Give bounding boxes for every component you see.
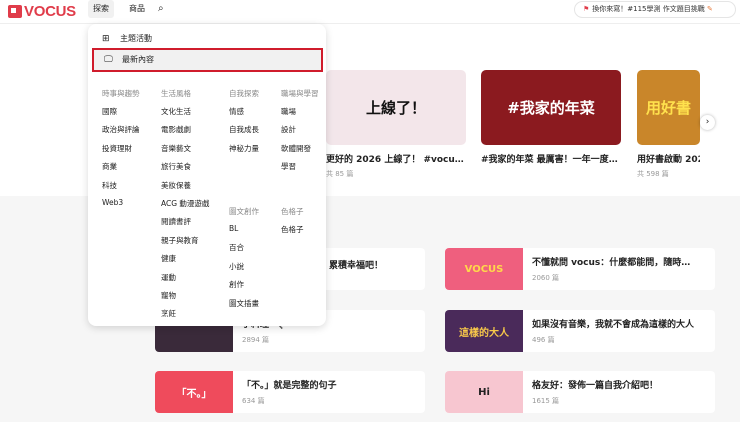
category-link[interactable]: 商業 bbox=[102, 161, 140, 179]
category-heading: 時事與趨勢 bbox=[102, 89, 140, 98]
category-link[interactable]: 自我成長 bbox=[229, 124, 259, 142]
card-title: 格友好：發佈一篇自我介紹吧！ bbox=[532, 381, 659, 391]
category-link[interactable]: 電影戲劇 bbox=[161, 124, 209, 142]
card-image: Hi bbox=[445, 371, 523, 413]
category-heading: 色格子 bbox=[281, 207, 304, 216]
category-link[interactable]: 科技 bbox=[102, 180, 140, 198]
card-image: 「不。」 bbox=[155, 371, 233, 413]
card-image: VOCUS bbox=[445, 248, 523, 290]
category-link[interactable]: 神秘力量 bbox=[229, 143, 259, 161]
category-column: 時事與趨勢國際 政治與評論 投資理財 商業 科技 Web3 bbox=[102, 88, 140, 216]
category-heading: 圖文創作 bbox=[229, 207, 259, 216]
carousel-card[interactable]: #我家的年菜 #我家的年菜 最厲害！一年一度的年菜分享 bbox=[481, 70, 621, 169]
card-title: 累積幸福吧！ bbox=[329, 261, 384, 271]
category-link[interactable]: 旅行美食 bbox=[161, 161, 209, 179]
category-link[interactable]: 健康 bbox=[161, 253, 209, 271]
category-link[interactable]: 投資理財 bbox=[102, 143, 140, 161]
category-link[interactable]: 親子與教育 bbox=[161, 235, 209, 253]
category-heading: 自我探索 bbox=[229, 89, 259, 98]
carousel-card[interactable]: 用好書 用好書啟動 2026 共 598 篇 bbox=[637, 70, 700, 179]
card-image: 這樣的大人 bbox=[445, 310, 523, 352]
card-count: 共 598 篇 bbox=[637, 170, 669, 178]
category-link[interactable]: 學習 bbox=[281, 161, 319, 179]
card-count: 496 篇 bbox=[532, 336, 555, 344]
category-link[interactable]: 情感 bbox=[229, 106, 259, 124]
category-heading: 生活風格 bbox=[161, 89, 191, 98]
category-link[interactable]: 設計 bbox=[281, 124, 319, 142]
category-link[interactable]: 軟體開發 bbox=[281, 143, 319, 161]
logo-mark-icon bbox=[8, 5, 22, 18]
list-card[interactable]: 「不。」 「不。」就是完整的句子 634 篇 bbox=[155, 371, 425, 413]
card-count: 共 85 篇 bbox=[326, 170, 354, 178]
carousel-next-button[interactable]: › bbox=[700, 115, 715, 130]
nav-explore[interactable]: 探索 bbox=[88, 0, 114, 18]
card-count: 634 篇 bbox=[242, 397, 265, 405]
list-card[interactable]: VOCUS 不懂就問 vocus：什麼都能問，隨時… 2060 篇 bbox=[445, 248, 715, 290]
card-title: #我家的年菜 最厲害！一年一度的年菜分享 bbox=[481, 155, 621, 165]
category-link[interactable]: ACG 動漫遊戲 bbox=[161, 198, 209, 216]
category-link[interactable]: 音樂藝文 bbox=[161, 143, 209, 161]
category-column: 自我探索情感 自我成長 神秘力量 bbox=[229, 88, 259, 161]
category-link[interactable]: 閱讀書評 bbox=[161, 216, 209, 234]
nav-products[interactable]: 商品 bbox=[124, 0, 150, 18]
card-title: 如果沒有音樂，我就不會成為這樣的大人 bbox=[532, 320, 695, 330]
pencil-icon: ✎ bbox=[706, 5, 713, 13]
card-title: 「不。」就是完整的句子 bbox=[242, 381, 337, 391]
category-link[interactable]: 運動 bbox=[161, 272, 209, 290]
flag-icon: ⚑ bbox=[583, 5, 590, 13]
vocus-logo[interactable]: VOCUS bbox=[8, 3, 76, 20]
card-image: 上線了！ bbox=[326, 70, 466, 145]
category-link[interactable]: 美妝保養 bbox=[161, 180, 209, 198]
category-link[interactable]: 小說 bbox=[229, 261, 259, 279]
category-link[interactable]: Web3 bbox=[102, 198, 140, 216]
card-title: 不懂就問 vocus：什麼都能問，隨時… bbox=[532, 258, 691, 268]
category-link[interactable]: 創作 bbox=[229, 279, 259, 297]
category-link[interactable]: 政治與評論 bbox=[102, 124, 140, 142]
category-column: 生活風格文化生活 電影戲劇 音樂藝文 旅行美食 美妝保養 ACG 動漫遊戲 閱讀書評 親子與教… bbox=[161, 88, 209, 327]
category-link[interactable]: 寵物 bbox=[161, 290, 209, 308]
card-title: 更好的 2026 上線了！ #vocus2026 bbox=[326, 155, 466, 165]
category-column: 圖文創作 BL 百合 小說 創作 圖文插畫 bbox=[229, 206, 259, 316]
explore-dropdown-menu: ⊞ 主題活動 🖵 最新內容 時事與趨勢國際 政治與評論 投資理財 商業 科技 Web3 生活風格… bbox=[88, 24, 326, 326]
search-icon[interactable]: ⌕ bbox=[158, 3, 164, 14]
top-header: VOCUS 探索 商品 ⌕ ⚑ 換你來寫！#115學測 作文題目挑戰 ✎ bbox=[0, 0, 740, 24]
category-link[interactable]: 烹飪 bbox=[161, 308, 209, 326]
list-card[interactable]: Hi 格友好：發佈一篇自我介紹吧！ 1615 篇 bbox=[445, 371, 715, 413]
category-column: 色格子 色格子 bbox=[281, 206, 304, 242]
category-heading: 職場與學習 bbox=[281, 89, 319, 98]
category-link[interactable]: 文化生活 bbox=[161, 106, 209, 124]
menu-item-label: 主題活動 bbox=[120, 34, 152, 43]
challenge-text: 換你來寫！#115學測 作文題目挑戰 bbox=[592, 5, 705, 13]
grid-icon: ⊞ bbox=[102, 34, 110, 44]
category-link[interactable]: 色格子 bbox=[281, 224, 304, 242]
category-link[interactable]: 百合 bbox=[229, 242, 259, 260]
carousel-card[interactable]: 上線了！ 更好的 2026 上線了！ #vocus2026 共 85 篇 bbox=[326, 70, 466, 179]
category-link[interactable]: BL bbox=[229, 224, 259, 242]
logo-text: VOCUS bbox=[24, 3, 76, 20]
card-count: 2894 篇 bbox=[242, 336, 270, 344]
menu-item-latest-content[interactable]: 🖵 最新內容 bbox=[92, 48, 323, 72]
monitor-icon: 🖵 bbox=[104, 55, 113, 65]
category-link[interactable]: 國際 bbox=[102, 106, 140, 124]
category-link[interactable]: 圖文插畫 bbox=[229, 298, 259, 316]
card-count: 1615 篇 bbox=[532, 397, 560, 405]
card-image: 用好書 bbox=[637, 70, 700, 145]
card-image: #我家的年菜 bbox=[481, 70, 621, 145]
menu-item-theme-events[interactable]: ⊞ 主題活動 bbox=[92, 28, 323, 50]
category-link[interactable]: 職場 bbox=[281, 106, 319, 124]
list-card[interactable]: 這樣的大人 如果沒有音樂，我就不會成為這樣的大人 496 篇 bbox=[445, 310, 715, 352]
card-title: 用好書啟動 2026 bbox=[637, 155, 700, 165]
category-column: 職場與學習職場 設計 軟體開發 學習 bbox=[281, 88, 319, 180]
challenge-banner-button[interactable]: ⚑ 換你來寫！#115學測 作文題目挑戰 ✎ bbox=[574, 1, 736, 18]
card-count: 2060 篇 bbox=[532, 274, 560, 282]
menu-item-label: 最新內容 bbox=[122, 55, 154, 64]
